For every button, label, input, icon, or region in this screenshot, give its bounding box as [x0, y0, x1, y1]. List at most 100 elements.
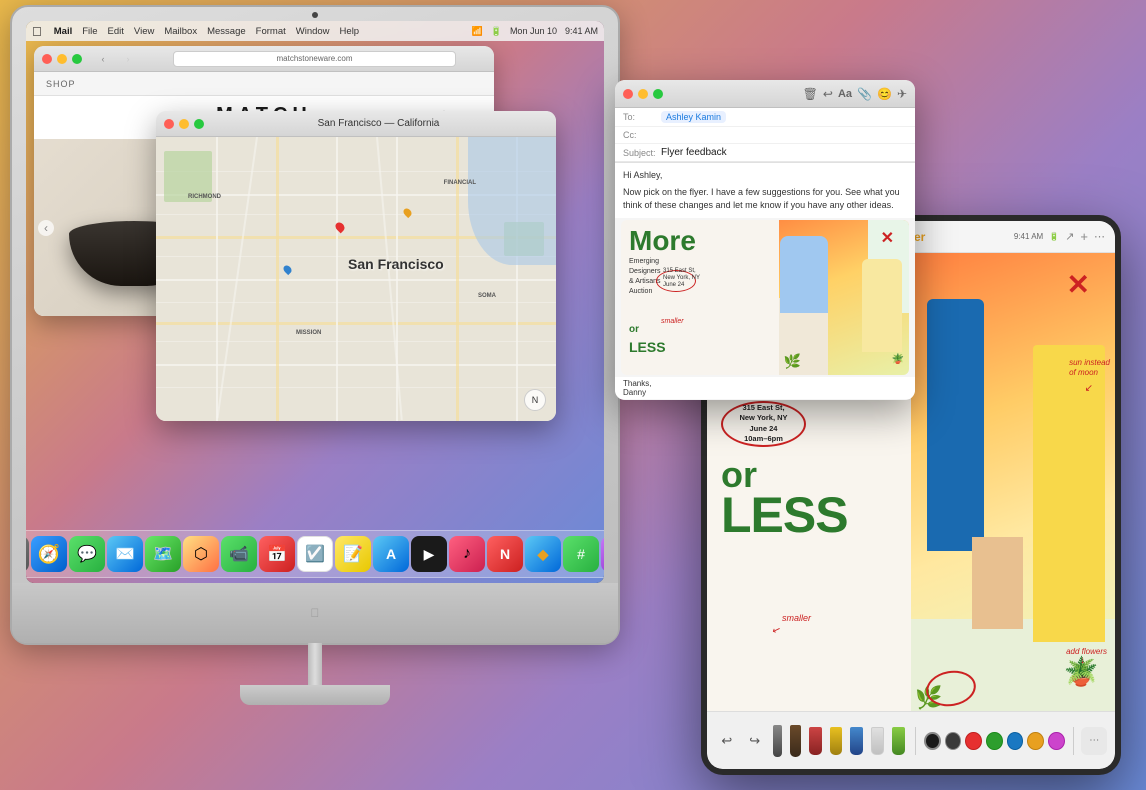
mail-fields: To: Ashley Kamin Cc: Subject: Flyer feed… — [615, 108, 915, 163]
ipad-add-icon[interactable]: + — [1080, 229, 1088, 244]
zoom-button[interactable] — [72, 54, 82, 64]
compass: N — [524, 389, 546, 411]
dock-maps[interactable]: 🗺️ — [145, 536, 181, 572]
monitor-frame:  Mail File Edit View Mailbox Message Fo… — [10, 5, 620, 705]
menubar-time: 9:41 AM — [565, 26, 598, 36]
color-green[interactable] — [986, 732, 1003, 750]
undo-button[interactable]: ↩ — [715, 728, 739, 754]
ipad-smaller-annotation: smaller — [782, 613, 811, 623]
dock-tv[interactable]: ▶ — [411, 536, 447, 572]
close-button[interactable] — [42, 54, 52, 64]
monitor-chin:  — [12, 583, 618, 643]
more-colors-button[interactable]: ⋯ — [1081, 727, 1107, 755]
menubar-mail[interactable]: Mail — [54, 26, 72, 37]
mail-zoom[interactable] — [653, 89, 663, 99]
maps-zoom[interactable] — [194, 119, 204, 129]
prev-arrow[interactable]: ‹ — [38, 220, 54, 236]
url-text: matchstoneware.com — [276, 54, 352, 63]
menubar-help[interactable]: Help — [340, 26, 360, 37]
ipad-menu-icon[interactable]: ⋯ — [1094, 230, 1105, 243]
tool-thin-pen[interactable] — [773, 725, 782, 757]
dock-facetime[interactable]: 📹 — [221, 536, 257, 572]
menubar-window[interactable]: Window — [296, 26, 330, 37]
mail-send-icon[interactable]: ✈ — [897, 87, 907, 101]
dock-notes[interactable]: 📝 — [335, 536, 371, 572]
menubar-date: Mon Jun 10 — [510, 26, 557, 36]
camera-dot — [312, 12, 318, 18]
menubar-mailbox[interactable]: Mailbox — [164, 26, 197, 37]
tool-brush-blue[interactable] — [850, 727, 863, 755]
dock-photos[interactable]: ⬡ — [183, 536, 219, 572]
maps-content: San Francisco FINANCIAL SOMA MISSION RIC… — [156, 137, 556, 421]
apple-menu[interactable]:  — [32, 24, 42, 39]
dock-mail[interactable]: ✉️ — [107, 536, 143, 572]
dock-calendar[interactable]: 📅 — [259, 536, 295, 572]
mail-subject-row: Subject: Flyer feedback — [615, 144, 915, 162]
safari-url-bar[interactable]: matchstoneware.com — [173, 51, 456, 67]
dock-appstore[interactable]: A — [373, 536, 409, 572]
menubar-file[interactable]: File — [82, 26, 97, 37]
sf-city-label: San Francisco — [348, 256, 444, 272]
shop-nav-link[interactable]: SHOP — [46, 79, 76, 89]
color-dark[interactable] — [945, 732, 962, 750]
battery-icon: 🔋 — [491, 26, 502, 37]
dock-music[interactable]: ♪ — [449, 536, 485, 572]
dock-grapher[interactable]: ∫ — [601, 536, 604, 572]
to-label: To: — [623, 112, 661, 122]
mail-format-icon[interactable]: Aa — [838, 88, 852, 100]
mail-flyer-attachment: More Emerging Designers & Artisans Aucti… — [621, 220, 909, 375]
mail-arrow-icon[interactable]: ↩ — [823, 87, 833, 101]
ipad-flyer-right: 🪴 🌿 ✕ sun insteadof moon ↙ add flowers ↓ — [911, 253, 1115, 711]
color-black[interactable] — [924, 732, 941, 750]
ipad-time: 9:41 AM — [1014, 232, 1043, 241]
richmond-label: RICHMOND — [188, 194, 221, 200]
dock-keynote[interactable]: ◆ — [525, 536, 561, 572]
ipad-flowers-annotation: add flowers — [1066, 647, 1107, 656]
dock-safari[interactable]: 🧭 — [31, 536, 67, 572]
color-purple[interactable] — [1048, 732, 1065, 750]
mail-attach-icon[interactable]: 📎 — [857, 87, 872, 101]
maps-minimize[interactable] — [179, 119, 189, 129]
dock-reminders[interactable]: ☑️ — [297, 536, 333, 572]
color-orange[interactable] — [1027, 732, 1044, 750]
color-red[interactable] — [965, 732, 982, 750]
dock-news[interactable]: N — [487, 536, 523, 572]
mail-to-row: To: Ashley Kamin — [615, 108, 915, 127]
safari-titlebar[interactable]: ‹ › matchstoneware.com — [34, 46, 494, 72]
ipad-x-annotation: ✕ — [1067, 268, 1090, 301]
tool-marker[interactable] — [809, 727, 822, 755]
mail-body[interactable]: Hi Ashley, Now pick on the flyer. I have… — [615, 163, 915, 218]
mail-minimize[interactable] — [638, 89, 648, 99]
dock: 🔍 ⊞ 🧭 💬 ✉️ 🗺️ ⬡ 📹 📅 ☑️ 📝 A ▶ ♪ — [26, 530, 604, 578]
minimize-button[interactable] — [57, 54, 67, 64]
mail-titlebar[interactable]: 🗑 ↩ Aa 📎 😊 ✈ — [615, 80, 915, 108]
color-blue[interactable] — [1007, 732, 1024, 750]
redo-button[interactable]: ↪ — [743, 728, 767, 754]
menubar-message[interactable]: Message — [207, 26, 246, 37]
menubar-view[interactable]: View — [134, 26, 154, 37]
to-value[interactable]: Ashley Kamin — [661, 111, 726, 123]
tool-pen[interactable] — [790, 725, 801, 757]
mail-close[interactable] — [623, 89, 633, 99]
maps-titlebar[interactable]: San Francisco — California — [156, 111, 556, 137]
menubar-format[interactable]: Format — [256, 26, 286, 37]
ipad-share-icon[interactable]: ↗ — [1065, 230, 1074, 243]
tool-eraser[interactable] — [871, 727, 884, 755]
monitor-desktop:  Mail File Edit View Mailbox Message Fo… — [26, 21, 604, 583]
dock-launchpad[interactable]: ⊞ — [26, 536, 29, 572]
subject-label: Subject: — [623, 148, 661, 158]
subject-value[interactable]: Flyer feedback — [661, 147, 727, 158]
dock-messages[interactable]: 💬 — [69, 536, 105, 572]
dock-numbers[interactable]: # — [563, 536, 599, 572]
menubar-edit[interactable]: Edit — [108, 26, 124, 37]
ipad-less-label: LESS — [721, 493, 897, 538]
mail-emoji-icon[interactable]: 😊 — [877, 87, 892, 101]
ipad-drawing-toolbar: ↩ ↪ — [707, 711, 1115, 769]
tool-lasso[interactable] — [892, 727, 905, 755]
mail-flyer-more: More — [629, 228, 771, 253]
tool-brush-yellow[interactable] — [830, 727, 843, 755]
maps-close[interactable] — [164, 119, 174, 129]
mail-trash-icon[interactable]: 🗑 — [803, 87, 818, 101]
financial-district-label: FINANCIAL — [444, 180, 476, 186]
soma-label: SOMA — [478, 293, 496, 299]
